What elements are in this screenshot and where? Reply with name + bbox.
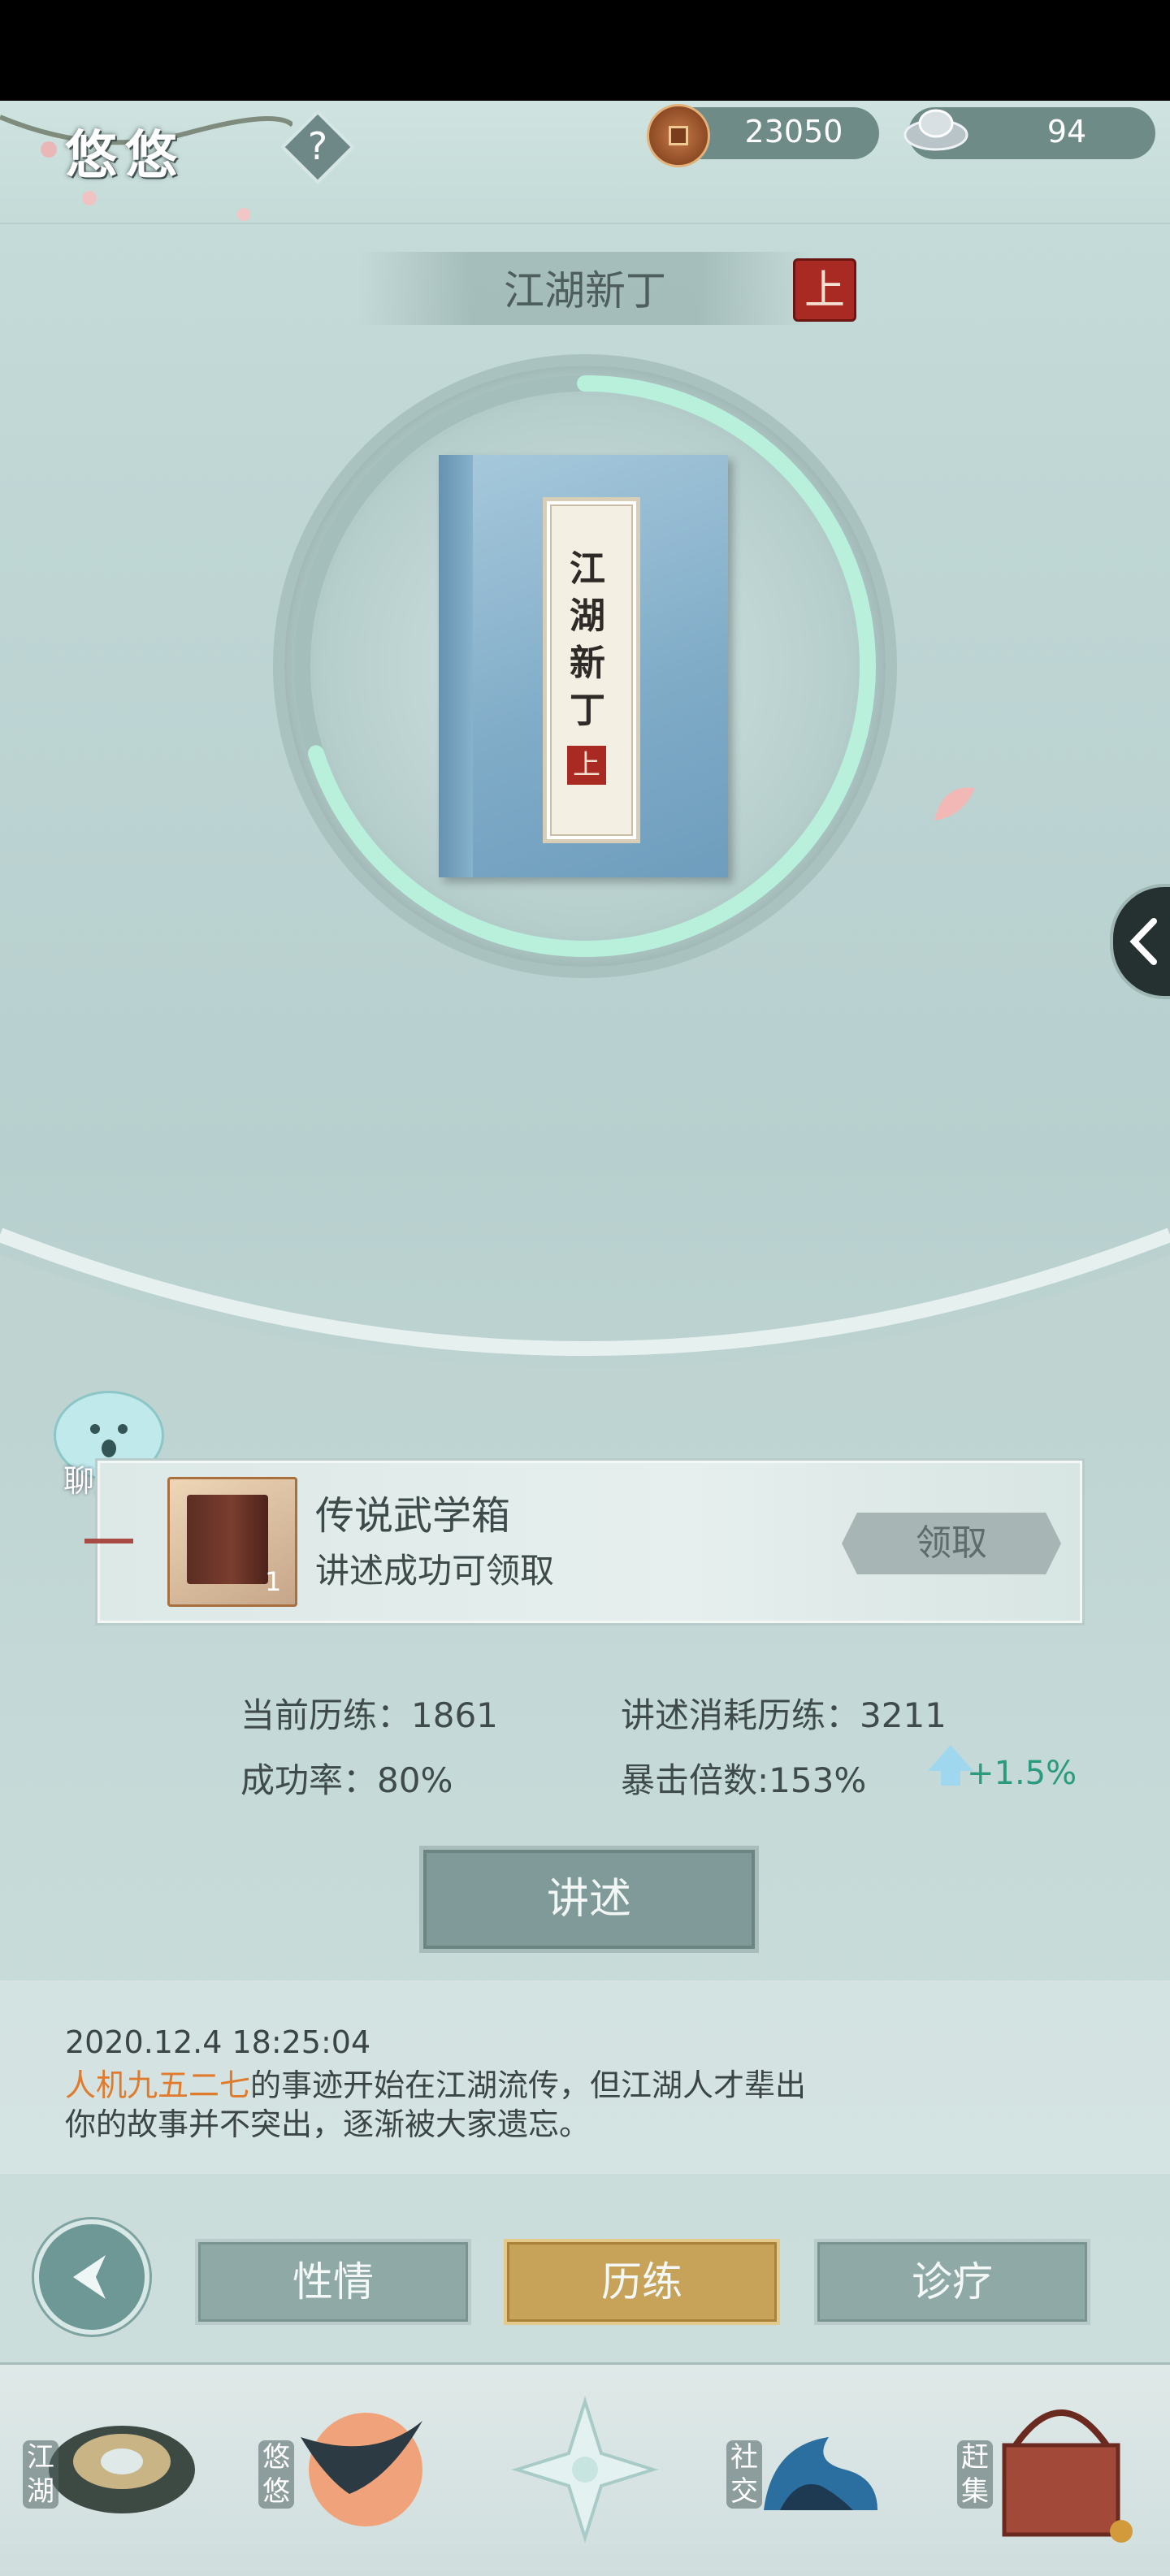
log-line-2: 你的故事并不突出，逐渐被大家遗忘。 <box>65 2106 591 2142</box>
player-name: 悠悠 <box>65 126 185 186</box>
back-arrow-icon <box>73 2255 106 2299</box>
nav-market[interactable]: 赶集 <box>951 2372 1146 2567</box>
arc-divider <box>0 1227 1170 1414</box>
up-arrow-stem <box>941 1768 960 1786</box>
log-timestamp: 2020.12.4 18:25:04 <box>65 2024 371 2060</box>
compass-star-icon <box>511 2396 659 2544</box>
nav-jianghu[interactable]: 江湖 <box>16 2372 211 2567</box>
help-button[interactable]: ? <box>280 110 355 184</box>
book-title-char: 湖 <box>570 595 605 637</box>
book-seal: 上 <box>567 746 606 785</box>
book-title-char: 丁 <box>570 690 605 731</box>
reward-subtitle: 讲述成功可领取 <box>315 1551 555 1591</box>
nav-home[interactable] <box>488 2372 682 2567</box>
nav-label: 江湖 <box>23 2440 58 2509</box>
tell-button[interactable]: 讲述 <box>419 1846 759 1953</box>
claim-button[interactable]: 领取 <box>842 1513 1061 1574</box>
coin-amount: 23050 <box>744 114 843 149</box>
book-spine <box>439 455 473 877</box>
title-seal: 上 <box>793 258 856 322</box>
cost-exp: 讲述消耗历练：3211 <box>621 1695 947 1735</box>
current-exp: 当前历练：1861 <box>240 1695 498 1735</box>
nav-social[interactable]: 社交 <box>715 2372 910 2567</box>
book-title-char: 新 <box>570 643 605 684</box>
nav-label: 悠悠 <box>258 2440 294 2509</box>
help-icon: ? <box>280 110 355 184</box>
side-panel-toggle[interactable] <box>1110 884 1170 999</box>
book-title-char: 江 <box>570 548 605 590</box>
coin-icon <box>647 104 710 167</box>
nav-label: 社交 <box>726 2440 762 2509</box>
log-line-1-text: 的事迹开始在江湖流传，但江湖人才辈出 <box>250 2067 807 2103</box>
nav-youyou[interactable]: 悠悠 <box>252 2372 447 2567</box>
status-bar <box>0 0 1170 101</box>
crit-multiplier: 暴击倍数:153% <box>621 1760 867 1800</box>
reward-count: 1 <box>265 1566 282 1597</box>
silver-amount: 94 <box>1046 114 1087 149</box>
tab-treatment[interactable]: 诊疗 <box>814 2239 1090 2325</box>
success-rate: 成功率：80% <box>240 1760 453 1800</box>
tab-temperament[interactable]: 性情 <box>195 2239 471 2325</box>
chevron-left-icon <box>1129 918 1157 965</box>
silver-ingot-icon <box>904 109 968 151</box>
page-title: 江湖新丁 <box>504 267 666 314</box>
back-button[interactable] <box>34 2219 150 2335</box>
reward-connector <box>84 1539 133 1543</box>
crit-bonus: +1.5% <box>967 1755 1077 1792</box>
nav-label: 赶集 <box>957 2440 993 2509</box>
martial-chest-icon <box>187 1495 268 1584</box>
svg-text:?: ? <box>308 124 327 168</box>
petal-decoration <box>934 787 975 820</box>
log-player-name: 人机九五二七 <box>65 2067 251 2103</box>
tab-experience[interactable]: 历练 <box>504 2239 780 2325</box>
log-line-1: 人机九五二七的事迹开始在江湖流传，但江湖人才辈出 <box>65 2060 806 2105</box>
reward-title: 传说武学箱 <box>315 1493 511 1539</box>
